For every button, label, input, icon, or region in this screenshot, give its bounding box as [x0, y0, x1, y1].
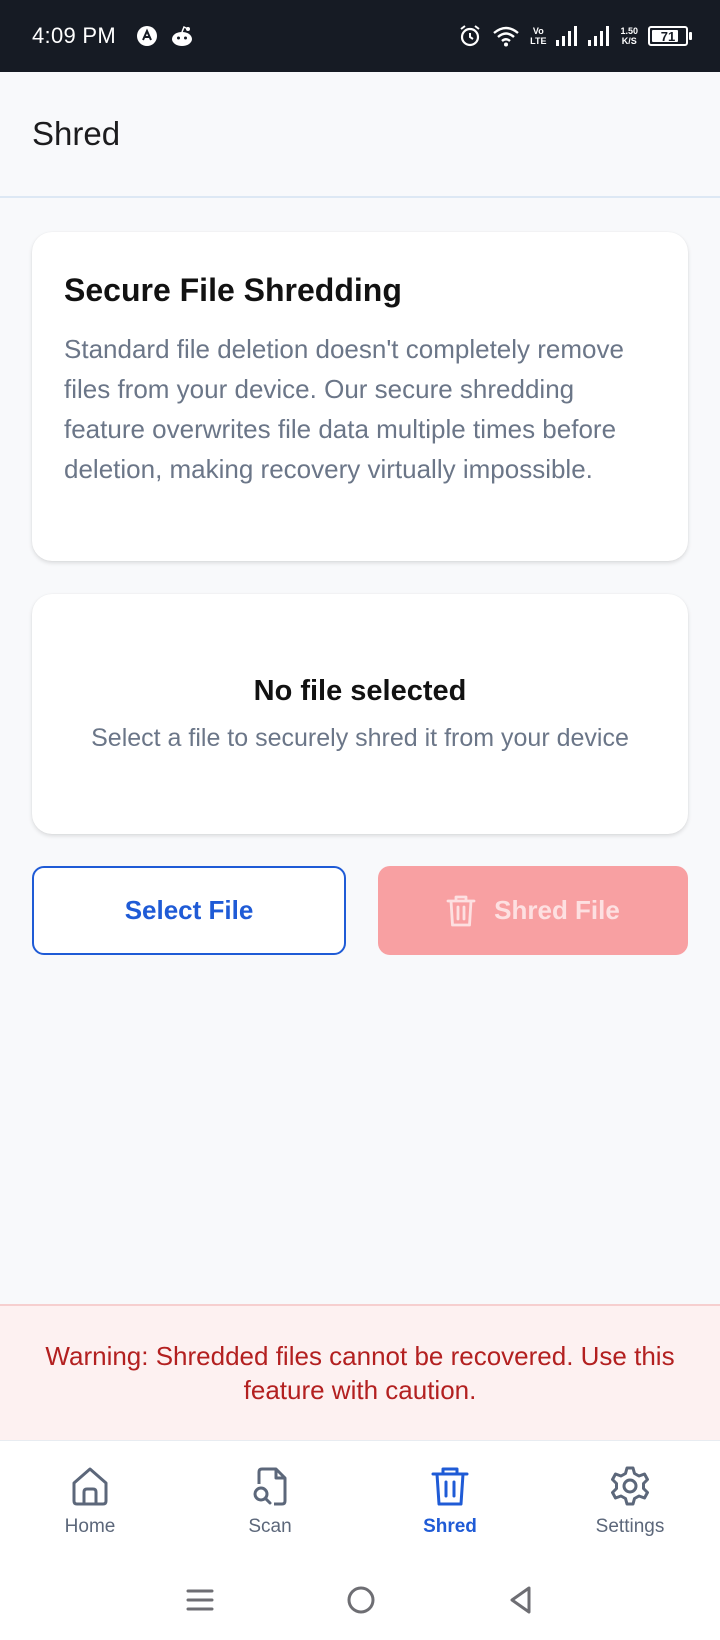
app-header: Shred: [0, 72, 720, 198]
info-card-body: Standard file deletion doesn't completel…: [64, 334, 624, 484]
trash-icon: [431, 1467, 469, 1505]
info-card: Secure File Shredding Standard file dele…: [32, 232, 688, 561]
nav-item-settings[interactable]: Settings: [540, 1441, 720, 1560]
nav-item-scan[interactable]: Scan: [180, 1441, 360, 1560]
home-icon: [72, 1467, 108, 1505]
battery-icon: 71: [648, 26, 692, 46]
shred-file-button[interactable]: Shred File: [378, 866, 688, 955]
warning-text: Warning: Shredded files cannot be recove…: [45, 1341, 675, 1405]
reddit-icon: [172, 25, 193, 46]
bottom-nav: Home Scan Shred Settings: [0, 1440, 720, 1560]
trash-icon: [446, 895, 476, 926]
nav-label-scan: Scan: [248, 1515, 292, 1537]
status-notification-icons: [136, 25, 194, 47]
status-time: 4:09 PM: [32, 23, 117, 48]
page-title: Shred: [32, 115, 121, 152]
wifi-icon: [493, 26, 519, 47]
select-file-button[interactable]: Select File: [32, 866, 346, 955]
signal-icon-2: [588, 26, 610, 46]
home-circle-icon[interactable]: [346, 1585, 376, 1615]
status-bar: 4:09 PM Vo LTE 1.50 K/S 71: [0, 0, 720, 72]
alarm-icon: [460, 25, 480, 47]
back-icon[interactable]: [507, 1585, 535, 1615]
battery-level: 71: [660, 28, 676, 44]
nav-label-settings: Settings: [595, 1515, 665, 1537]
gear-icon: [611, 1466, 649, 1505]
scan-file-icon: [253, 1467, 287, 1505]
status-right-icons: Vo LTE 1.50 K/S 71: [458, 24, 692, 48]
shred-file-label: Shred File: [494, 895, 620, 925]
nav-label-home: Home: [64, 1515, 116, 1537]
app-notification-icon: [137, 26, 158, 46]
menu-icon[interactable]: [185, 1587, 215, 1613]
network-type-label: Vo LTE: [530, 26, 547, 46]
system-nav-bar: [0, 1560, 720, 1640]
nav-label-shred: Shred: [423, 1515, 477, 1537]
nav-item-shred[interactable]: Shred: [360, 1441, 540, 1560]
file-status-title: No file selected: [253, 674, 467, 707]
warning-banner: Warning: Shredded files cannot be recove…: [0, 1304, 720, 1440]
network-speed-label: 1.50 K/S: [620, 26, 638, 46]
signal-icon: [556, 26, 578, 46]
select-file-label: Select File: [124, 895, 254, 925]
file-status-card: No file selected Select a file to secure…: [32, 594, 688, 834]
info-card-title: Secure File Shredding: [64, 272, 402, 308]
file-status-subtitle: Select a file to securely shred it from …: [91, 723, 629, 752]
nav-item-home[interactable]: Home: [0, 1441, 180, 1560]
